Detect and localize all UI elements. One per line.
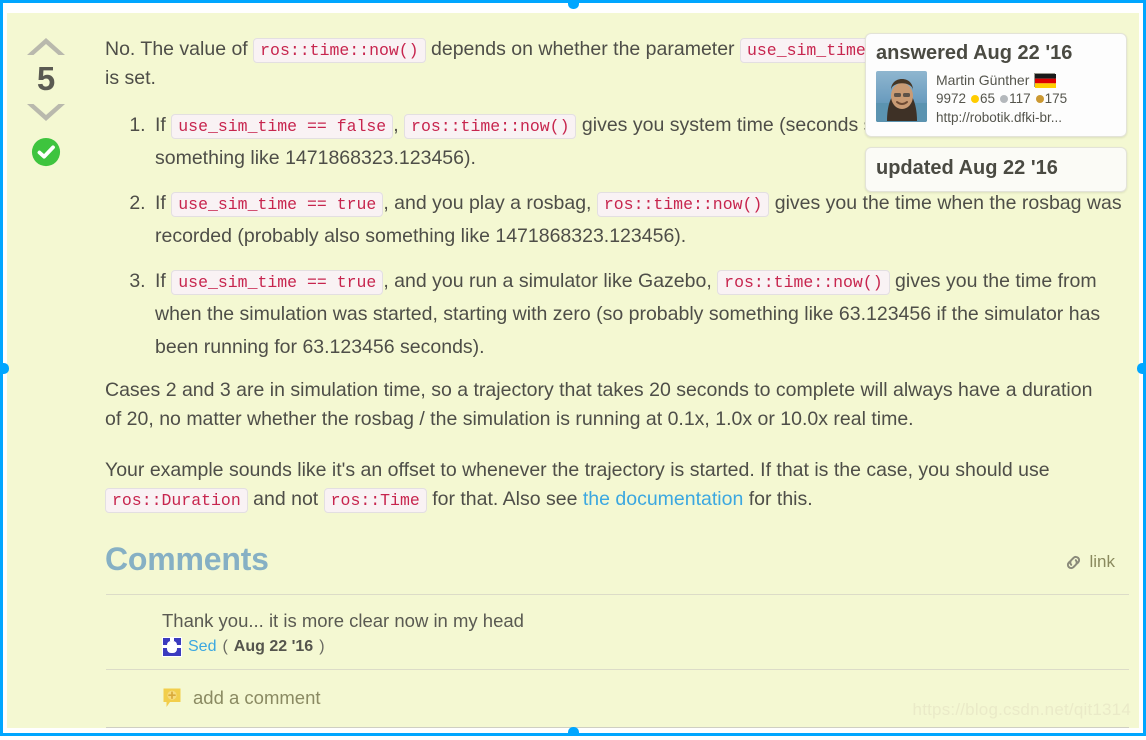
gold-badge-count: 65 xyxy=(980,91,996,106)
comment-author[interactable]: Sed xyxy=(188,638,216,656)
bronze-badge-count: 175 xyxy=(1044,91,1068,106)
downvote-chevron-down-icon[interactable] xyxy=(23,98,69,128)
flag-germany-icon xyxy=(1034,73,1057,88)
accepted-answer-check-circle-icon[interactable] xyxy=(31,137,61,167)
chain-link-icon xyxy=(1067,555,1081,569)
author-name[interactable]: Martin Günther xyxy=(936,71,1029,89)
li2-text2: , and you play a rosbag, xyxy=(383,192,592,214)
selection-handle-bottom[interactable] xyxy=(568,727,579,736)
vote-score: 5 xyxy=(36,60,56,97)
p3-text-middle: and not xyxy=(253,488,319,510)
silver-badge-count: 117 xyxy=(1009,91,1031,106)
author-website-link[interactable]: http://robotik.dfki-br... xyxy=(936,109,1067,127)
list-item: If use_sim_time == true, and you play a … xyxy=(151,187,1125,253)
comments-heading: Comments xyxy=(105,541,269,577)
link-action-label: link xyxy=(1089,552,1115,571)
li3-code-2: ros::time::now() xyxy=(717,270,890,295)
answered-title: answered Aug 22 '16 xyxy=(876,42,1073,64)
answered-box: answered Aug 22 '16 Martin Günther 9972 … xyxy=(865,33,1127,137)
comment-date: Aug 22 '16 xyxy=(233,638,314,655)
intro-text-middle: depends on whether the parameter xyxy=(431,38,735,60)
updated-box: updated Aug 22 '16 xyxy=(865,147,1127,192)
comment-text: Thank you... it is more clear now in my … xyxy=(162,610,524,631)
add-comment-button[interactable]: add a comment xyxy=(106,670,1129,728)
author-name-row: Martin Günther xyxy=(936,71,1067,89)
li2-code-1: use_sim_time == true xyxy=(171,192,384,217)
p3-text-before-link: for that. Also see xyxy=(432,488,578,510)
li1-text1: If xyxy=(155,114,166,136)
code-chip-use-sim-time: use_sim_time xyxy=(739,38,873,63)
li3-text2: , and you run a simulator like Gazebo, xyxy=(383,270,712,292)
author-avatar-photo[interactable] xyxy=(876,71,927,122)
li1-code-2: ros::time::now() xyxy=(404,114,577,139)
link-action-button[interactable]: link xyxy=(1064,552,1115,572)
gold-badge-dot-icon xyxy=(971,95,980,104)
answer-paragraph-2: Cases 2 and 3 are in simulation time, so… xyxy=(105,379,1093,430)
comment-paren-open: ( xyxy=(222,638,228,655)
comment-body: Thank you... it is more clear now in my … xyxy=(162,609,1129,657)
intro-text-before: No. The value of xyxy=(105,38,248,60)
vote-column: 5 xyxy=(7,13,85,728)
selection-handle-top[interactable] xyxy=(568,0,579,9)
comment-add-icon xyxy=(163,688,181,707)
answer-body: answered Aug 22 '16 Martin Günther 9972 … xyxy=(85,13,1139,728)
li2-text1: If xyxy=(155,192,166,214)
answer-card: 5 answered Aug 22 '16 Martin Günther 997… xyxy=(7,13,1139,728)
silver-badge-dot-icon xyxy=(1000,95,1009,104)
author-reputation-row: 9972 65 117 175 xyxy=(936,90,1067,108)
documentation-link[interactable]: the documentation xyxy=(583,488,743,510)
code-chip-ros-time: ros::Time xyxy=(323,488,427,513)
answer-page: 5 answered Aug 22 '16 Martin Günther 997… xyxy=(0,0,1146,740)
reputation-value: 9972 xyxy=(936,91,967,106)
comments-header: Comments link xyxy=(105,542,1129,576)
li2-code-2: ros::time::now() xyxy=(596,192,770,217)
comment-row: Thank you... it is more clear now in my … xyxy=(106,595,1129,670)
intro-text-after: is set. xyxy=(105,67,156,89)
commenter-avatar-icon[interactable] xyxy=(162,637,182,657)
author-info: Martin Günther 9972 65 117 175 http://ro… xyxy=(936,71,1067,127)
code-chip-ros-time-now: ros::time::now() xyxy=(253,38,426,63)
p3-text-before: Your example sounds like it's an offset … xyxy=(105,459,1050,481)
add-comment-label: add a comment xyxy=(193,687,321,708)
p3-text-after: for this. xyxy=(748,488,813,510)
updated-title: updated Aug 22 '16 xyxy=(876,157,1058,179)
li1-code-1: use_sim_time == false xyxy=(171,114,394,139)
answer-meta-rail: answered Aug 22 '16 Martin Günther 9972 … xyxy=(865,33,1127,192)
bronze-badge-dot-icon xyxy=(1035,95,1044,104)
li1-text2: , xyxy=(393,114,399,136)
li3-code-1: use_sim_time == true xyxy=(171,270,384,295)
upvote-chevron-up-icon[interactable] xyxy=(23,31,69,61)
list-item: If use_sim_time == true, and you run a s… xyxy=(151,265,1125,364)
code-chip-ros-duration: ros::Duration xyxy=(105,488,248,513)
li3-text1: If xyxy=(155,270,166,292)
comments-list: Thank you... it is more clear now in my … xyxy=(106,594,1129,728)
comment-paren-close: ) xyxy=(319,638,325,655)
answer-paragraph-3: Your example sounds like it's an offset … xyxy=(105,456,1107,514)
author-row: Martin Günther 9972 65 117 175 http://ro… xyxy=(876,71,1116,127)
answer-intro-paragraph: No. The value of ros::time::now() depend… xyxy=(105,35,875,93)
comment-meta: Sed ( Aug 22 '16 ) xyxy=(162,637,1129,657)
